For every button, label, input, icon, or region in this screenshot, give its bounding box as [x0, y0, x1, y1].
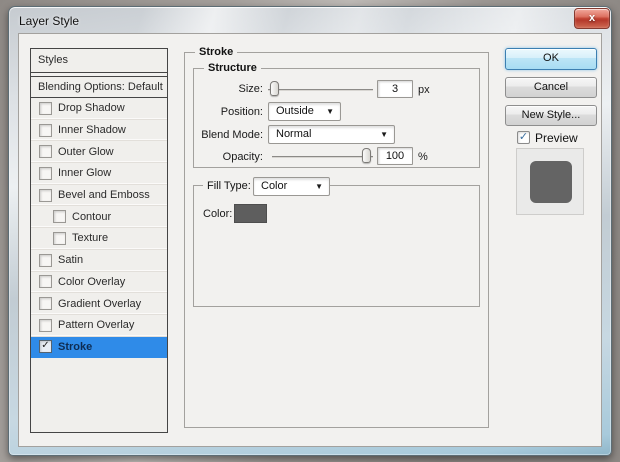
sidebar-item-gradient-overlay[interactable]: Gradient Overlay — [31, 293, 167, 315]
styles-list: Styles Blending Options: Default Drop Sh… — [30, 48, 168, 433]
sidebar-item-drop-shadow[interactable]: Drop Shadow — [31, 98, 167, 120]
structure-group-label: Structure — [204, 61, 261, 75]
unchecked-checkbox-icon[interactable] — [39, 145, 52, 159]
sidebar-item-label: Inner Glow — [58, 167, 112, 180]
sidebar-item-label: Stroke — [58, 340, 93, 353]
sidebar-item-label: Outer Glow — [58, 145, 114, 158]
ok-button[interactable]: OK — [505, 48, 597, 70]
sidebar-item-outer-glow[interactable]: Outer Glow — [31, 141, 167, 164]
desktop: { "window": { "title": "Layer Style", "c… — [0, 0, 620, 462]
sidebar-item-inner-shadow[interactable]: Inner Shadow — [31, 120, 167, 142]
unchecked-checkbox-icon[interactable] — [39, 101, 52, 115]
cancel-button[interactable]: Cancel — [505, 77, 597, 98]
opacity-unit: % — [418, 151, 428, 163]
sidebar-item-stroke[interactable]: ✓ Stroke — [31, 336, 167, 359]
sidebar-item-label: Drop Shadow — [58, 102, 125, 115]
size-input[interactable]: 3 — [377, 80, 413, 98]
blend-mode-value: Normal — [276, 128, 312, 140]
sidebar-item-label: Gradient Overlay — [58, 297, 142, 310]
position-value: Outside — [276, 105, 314, 117]
preview-thumbnail — [530, 161, 572, 203]
sidebar-item-bevel-and-emboss[interactable]: Bevel and Emboss — [31, 185, 167, 207]
sidebar-item-label: Pattern Overlay — [58, 319, 135, 332]
unchecked-checkbox-icon[interactable] — [39, 275, 52, 289]
fill-type-value: Color — [261, 180, 288, 192]
unchecked-checkbox-icon[interactable] — [53, 231, 66, 245]
chevron-down-icon: ▼ — [315, 182, 323, 191]
sidebar-item-inner-glow[interactable]: Inner Glow — [31, 163, 167, 185]
styles-list-header: Styles — [31, 49, 167, 73]
unchecked-checkbox-icon[interactable] — [39, 318, 52, 332]
chevron-down-icon: ▼ — [380, 130, 388, 139]
sidebar-item-color-overlay[interactable]: Color Overlay — [31, 272, 167, 294]
sidebar-item-pattern-overlay[interactable]: Pattern Overlay — [31, 315, 167, 337]
sidebar-item-satin[interactable]: Satin — [31, 250, 167, 272]
fill-type-label: Fill Type: — [203, 179, 255, 193]
opacity-label: Opacity: — [222, 151, 263, 163]
close-button[interactable]: x — [574, 8, 610, 29]
styles-items-container: Drop Shadow Inner Shadow Outer Glow Inner G… — [31, 98, 167, 359]
sidebar-item-label: Inner Shadow — [58, 124, 126, 137]
stroke-group-label: Stroke — [195, 45, 238, 59]
unchecked-checkbox-icon[interactable] — [39, 297, 52, 311]
unchecked-checkbox-icon[interactable] — [39, 166, 52, 180]
blend-mode-dropdown[interactable]: Normal ▼ — [268, 125, 395, 144]
position-dropdown[interactable]: Outside ▼ — [268, 102, 341, 121]
new-style-button[interactable]: New Style... — [505, 105, 597, 126]
size-slider-track[interactable] — [268, 89, 373, 91]
unchecked-checkbox-icon[interactable] — [53, 210, 66, 224]
opacity-slider-track[interactable] — [272, 156, 373, 158]
unchecked-checkbox-icon[interactable] — [39, 253, 52, 267]
sidebar-item-contour[interactable]: Contour — [31, 206, 167, 229]
sidebar-item-label: Color Overlay — [58, 275, 126, 288]
position-label: Position: — [220, 106, 263, 118]
unchecked-checkbox-icon[interactable] — [39, 188, 52, 202]
dialog-title: Layer Style — [19, 14, 80, 28]
preview-checkbox[interactable]: ✓ — [517, 131, 530, 144]
blend-mode-label: Blend Mode: — [201, 129, 263, 141]
sidebar-item-label: Bevel and Emboss — [58, 189, 150, 202]
check-icon: ✓ — [518, 131, 529, 143]
opacity-slider-thumb[interactable] — [362, 148, 371, 163]
unchecked-checkbox-icon[interactable] — [39, 123, 52, 137]
sidebar-item-blending-options[interactable]: Blending Options: Default — [31, 77, 167, 98]
size-label: Size: — [238, 83, 263, 95]
size-unit: px — [418, 84, 430, 96]
preview-checkbox-label: Preview — [535, 131, 578, 145]
sidebar-item-label: Satin — [58, 254, 84, 267]
checked-checkbox-icon[interactable]: ✓ — [39, 340, 52, 354]
size-slider-thumb[interactable] — [270, 81, 279, 96]
color-label: Color: — [203, 208, 233, 220]
sidebar-item-label: Contour — [72, 210, 112, 223]
chevron-down-icon: ▼ — [326, 107, 334, 116]
fill-type-dropdown[interactable]: Color ▼ — [253, 177, 330, 196]
stroke-color-swatch[interactable] — [234, 204, 267, 223]
close-icon: x — [588, 12, 596, 24]
sidebar-item-texture[interactable]: Texture — [31, 228, 167, 250]
opacity-input[interactable]: 100 — [377, 147, 413, 165]
sidebar-item-label: Texture — [72, 232, 109, 245]
